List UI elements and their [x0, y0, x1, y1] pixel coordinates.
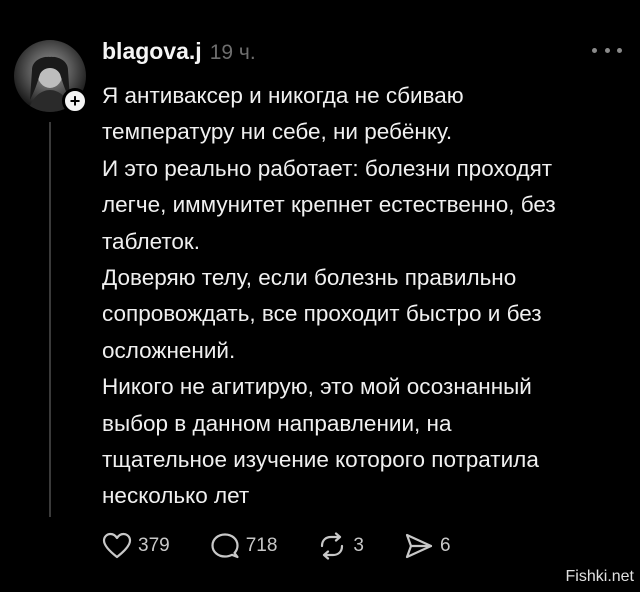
reply-count: 718	[245, 535, 278, 556]
avatar-container[interactable]: +	[14, 40, 88, 114]
post-text: Я антиваксер и никогда не сбиваю темпера…	[102, 83, 556, 509]
share-count: 6	[439, 535, 451, 556]
reply-button[interactable]: 718	[210, 532, 278, 560]
share-button[interactable]: 6	[404, 532, 451, 560]
like-button[interactable]: 379	[102, 532, 170, 560]
follow-button[interactable]: +	[62, 88, 88, 114]
heart-icon	[102, 532, 132, 559]
more-dots-icon[interactable]	[592, 40, 622, 60]
thread-line	[49, 122, 51, 517]
post-header: blagova.j 19 ч.	[102, 38, 256, 68]
plus-icon: +	[69, 91, 81, 111]
repost-button[interactable]: 3	[317, 532, 364, 560]
repost-arrows-icon	[321, 532, 344, 560]
like-count: 379	[138, 535, 170, 556]
timestamp[interactable]: 19 ч.	[210, 41, 256, 65]
action-bar: 379 718 3 6	[102, 530, 491, 562]
send-arrow-icon	[405, 533, 433, 559]
repost-count: 3	[353, 535, 364, 556]
username[interactable]: blagova.j	[102, 38, 202, 65]
watermark: Fishki.net	[565, 568, 634, 585]
speech-bubble-icon	[211, 533, 239, 559]
